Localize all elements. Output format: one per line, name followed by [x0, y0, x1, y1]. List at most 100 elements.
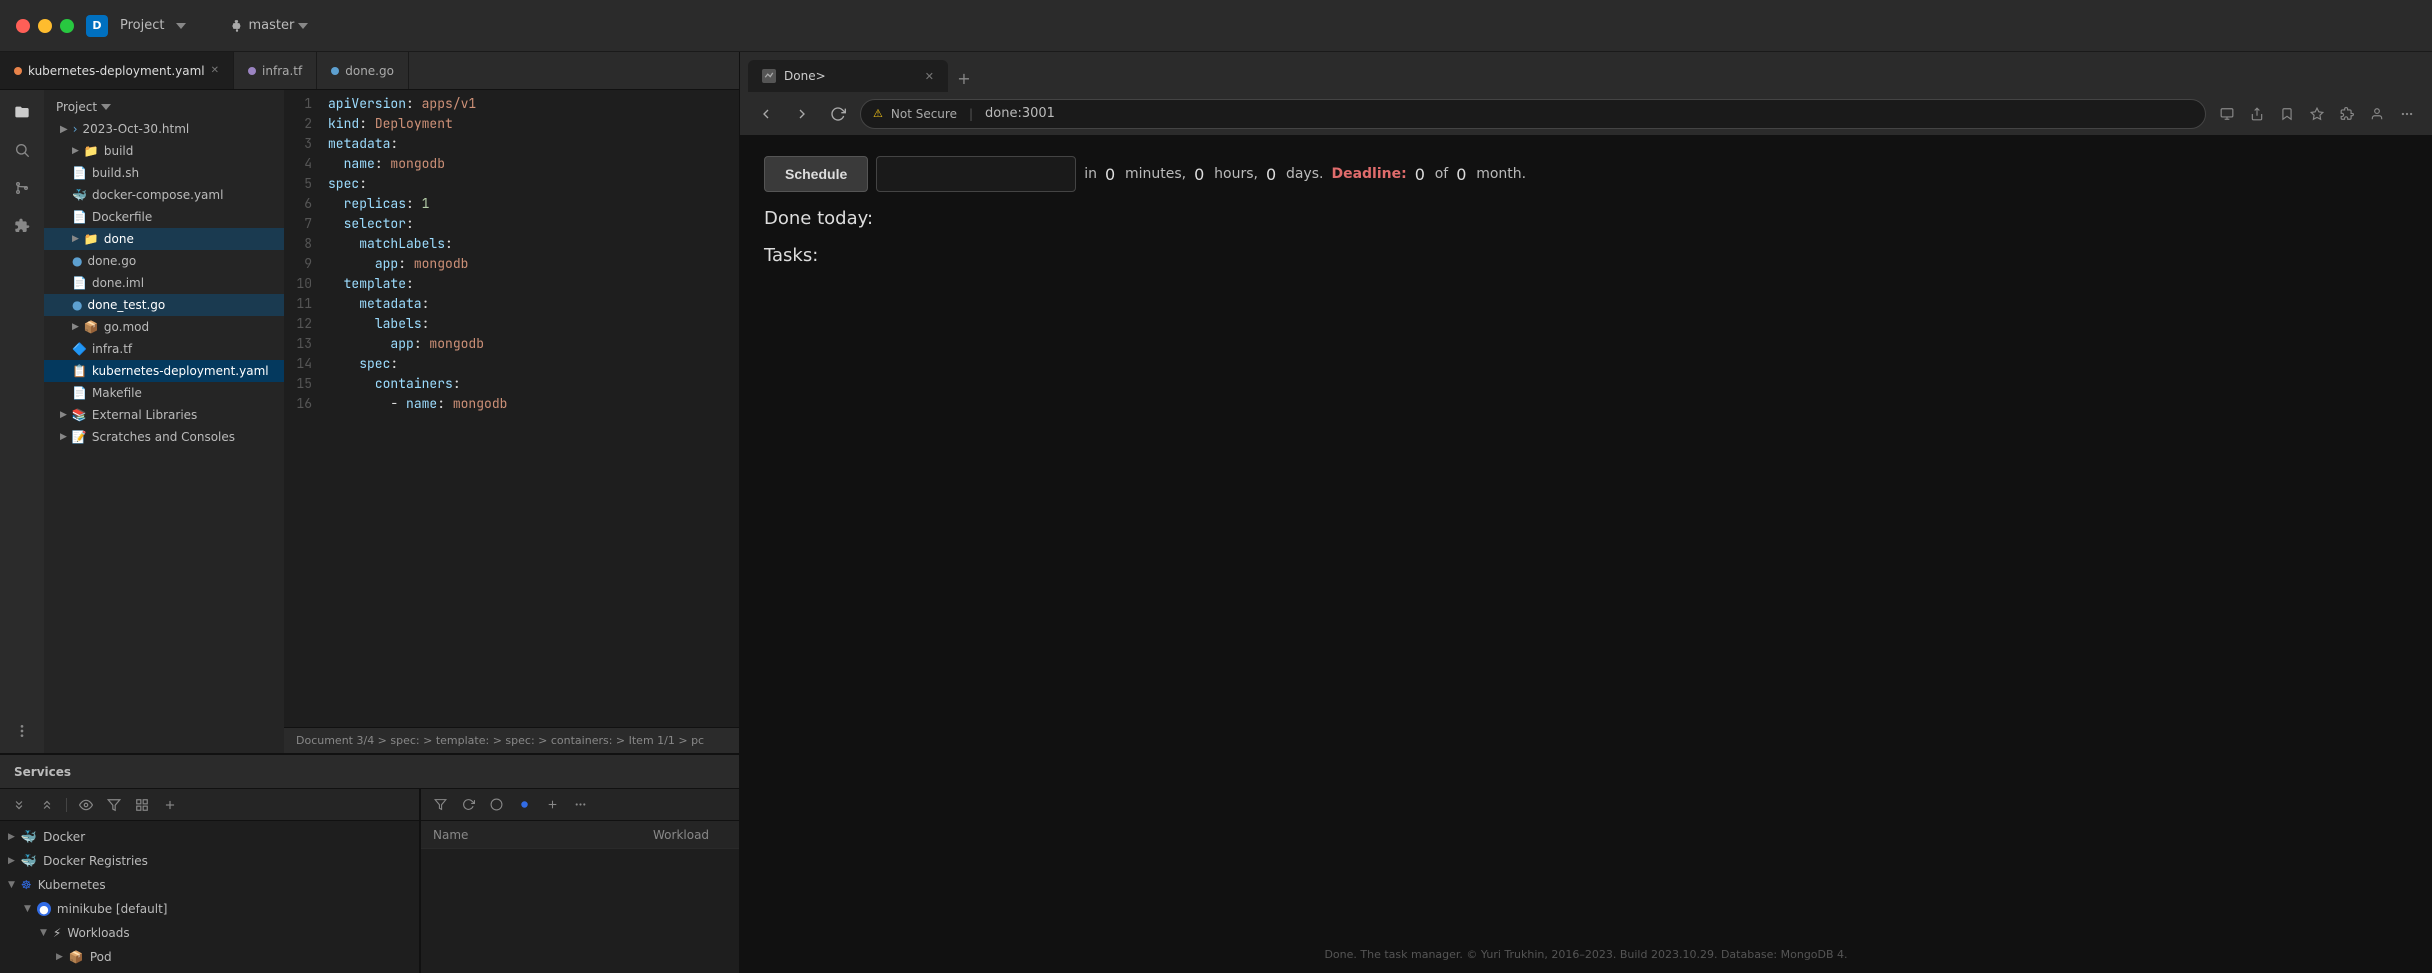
minikube-icon: ● — [37, 902, 51, 916]
code-line-11: metadata: — [320, 294, 739, 314]
screen-cast-btn[interactable] — [2214, 101, 2240, 127]
more-icon[interactable] — [8, 717, 36, 745]
profile-btn[interactable] — [2364, 101, 2390, 127]
tree-item-infra-tf[interactable]: 🔷 infra.tf — [44, 338, 284, 360]
code-editor[interactable]: 1234 5678 9101112 13141516 apiVersion: a… — [284, 90, 739, 753]
back-btn[interactable] — [752, 100, 780, 128]
tree-header-label: Project — [56, 100, 97, 114]
search-icon[interactable] — [8, 136, 36, 164]
move-btn[interactable] — [131, 794, 153, 816]
file-tree: Project ▶ › 2023-Oct-30.html ▶ 📁 build 📄… — [44, 90, 284, 753]
browser-tab-done[interactable]: Done> ✕ — [748, 60, 948, 92]
editor-tab-bar: kubernetes-deployment.yaml ✕ infra.tf do… — [0, 52, 739, 90]
code-content[interactable]: apiVersion: apps/v1 kind: Deployment met… — [320, 90, 739, 727]
svc-item-pod[interactable]: ▶ 📦 Pod — [0, 945, 420, 969]
tree-item-scratches[interactable]: ▶ 📝 Scratches and Consoles — [44, 426, 284, 448]
tree-item-kubernetes-yaml[interactable]: 📋 kubernetes-deployment.yaml — [44, 360, 284, 382]
table-circle-btn[interactable] — [485, 794, 507, 816]
expand-all-btn[interactable] — [8, 794, 30, 816]
code-line-5: spec: — [320, 174, 739, 194]
collapse-all-btn[interactable] — [36, 794, 58, 816]
tab-kubernetes-yaml[interactable]: kubernetes-deployment.yaml ✕ — [0, 52, 234, 89]
reload-btn[interactable] — [824, 100, 852, 128]
tab-label-done-go: done.go — [345, 64, 394, 78]
code-line-12: labels: — [320, 314, 739, 334]
branch-selector[interactable]: master — [230, 18, 308, 33]
tree-item-external-libs[interactable]: ▶ 📚 External Libraries — [44, 404, 284, 426]
deadline-value: 0 — [1415, 165, 1427, 184]
git-icon[interactable] — [8, 174, 36, 202]
table-refresh-btn[interactable] — [457, 794, 479, 816]
svc-item-minikube[interactable]: ▼ ● minikube [default] — [0, 897, 420, 921]
table-col-name: Name — [421, 828, 641, 842]
tree-item-done-folder[interactable]: ▶ 📁 done — [44, 228, 284, 250]
project-label[interactable]: Project — [120, 18, 164, 33]
table-filter-btn[interactable] — [429, 794, 451, 816]
done-app: Schedule in 0 minutes, 0 hours, 0 days. … — [740, 136, 2432, 286]
tree-item-build-folder[interactable]: ▶ 📁 build — [44, 140, 284, 162]
close-tab-kubernetes-yaml[interactable]: ✕ — [211, 65, 219, 76]
ide-logo: D — [86, 15, 108, 37]
menu-btn[interactable] — [2394, 101, 2420, 127]
new-tab-btn[interactable]: + — [950, 64, 978, 92]
deadline-label: Deadline: — [1331, 166, 1406, 182]
in-label: in — [1084, 166, 1097, 182]
schedule-button[interactable]: Schedule — [764, 156, 868, 192]
tasks-label: Tasks: — [764, 245, 2408, 266]
puzzle-icon[interactable] — [8, 212, 36, 240]
branch-chevron-icon — [298, 21, 308, 31]
schedule-input[interactable] — [876, 156, 1076, 192]
tab-infra-tf[interactable]: infra.tf — [234, 52, 317, 89]
eye-btn[interactable] — [75, 794, 97, 816]
tree-item-done-test-go[interactable]: ● done_test.go — [44, 294, 284, 316]
star-btn[interactable] — [2304, 101, 2330, 127]
tab-favicon — [762, 69, 776, 83]
ide-sidebar-icons — [0, 90, 44, 753]
extension-btn[interactable] — [2334, 101, 2360, 127]
done-today-label: Done today: — [764, 208, 2408, 229]
tree-header-chevron — [101, 102, 111, 112]
days-value: 0 — [1266, 165, 1278, 184]
month-label: month. — [1476, 166, 1526, 182]
maximize-button[interactable] — [60, 19, 74, 33]
svc-item-workloads[interactable]: ▼ ⚡ Workloads — [0, 921, 420, 945]
tree-header: Project — [44, 96, 284, 118]
code-line-4: name: mongodb — [320, 154, 739, 174]
svc-item-deployment[interactable]: ▶ 🚀 Deployment — [0, 969, 420, 973]
filter-btn[interactable] — [103, 794, 125, 816]
minimize-button[interactable] — [38, 19, 52, 33]
table-add-btn[interactable] — [541, 794, 563, 816]
hours-value: 0 — [1194, 165, 1206, 184]
services-toolbar — [0, 789, 419, 821]
tree-item-2023html[interactable]: ▶ › 2023-Oct-30.html — [44, 118, 284, 140]
tree-item-makefile[interactable]: 📄 Makefile — [44, 382, 284, 404]
docker-registry-icon: 🐳 — [21, 854, 37, 869]
address-bar[interactable]: ⚠ Not Secure | done:3001 — [860, 99, 2206, 129]
tree-item-done-iml[interactable]: 📄 done.iml — [44, 272, 284, 294]
of-value: 0 — [1456, 165, 1468, 184]
docker-icon: 🐳 — [21, 830, 37, 845]
tree-item-dockerfile[interactable]: 📄 Dockerfile — [44, 206, 284, 228]
tree-item-go-mod[interactable]: ▶ 📦 go.mod — [44, 316, 284, 338]
forward-btn[interactable] — [788, 100, 816, 128]
svc-item-docker-registries[interactable]: ▶ 🐳 Docker Registries — [0, 849, 420, 873]
close-button[interactable] — [16, 19, 30, 33]
svc-item-docker[interactable]: ▶ 🐳 Docker — [0, 825, 420, 849]
bookmark-btn[interactable] — [2274, 101, 2300, 127]
table-dot-btn[interactable] — [513, 794, 535, 816]
svc-item-kubernetes[interactable]: ▼ ☸ Kubernetes — [0, 873, 420, 897]
add-service-btn[interactable] — [159, 794, 181, 816]
table-more-btn[interactable] — [569, 794, 591, 816]
url-text: done:3001 — [985, 106, 1055, 121]
tree-item-done-go[interactable]: ● done.go — [44, 250, 284, 272]
browser-nav-bar: ⚠ Not Secure | done:3001 — [740, 92, 2432, 136]
folder-icon[interactable] — [8, 98, 36, 126]
browser-chrome: Done> ✕ + ⚠ Not Secure | — [740, 52, 2432, 136]
tree-item-docker-compose[interactable]: 🐳 docker-compose.yaml — [44, 184, 284, 206]
share-btn[interactable] — [2244, 101, 2270, 127]
tree-item-build-sh[interactable]: 📄 build.sh — [44, 162, 284, 184]
tab-close-done[interactable]: ✕ — [925, 70, 934, 83]
table-header-row: Name Workload — [421, 821, 739, 849]
kubernetes-icon: ☸ — [21, 878, 32, 892]
tab-done-go[interactable]: done.go — [317, 52, 409, 89]
